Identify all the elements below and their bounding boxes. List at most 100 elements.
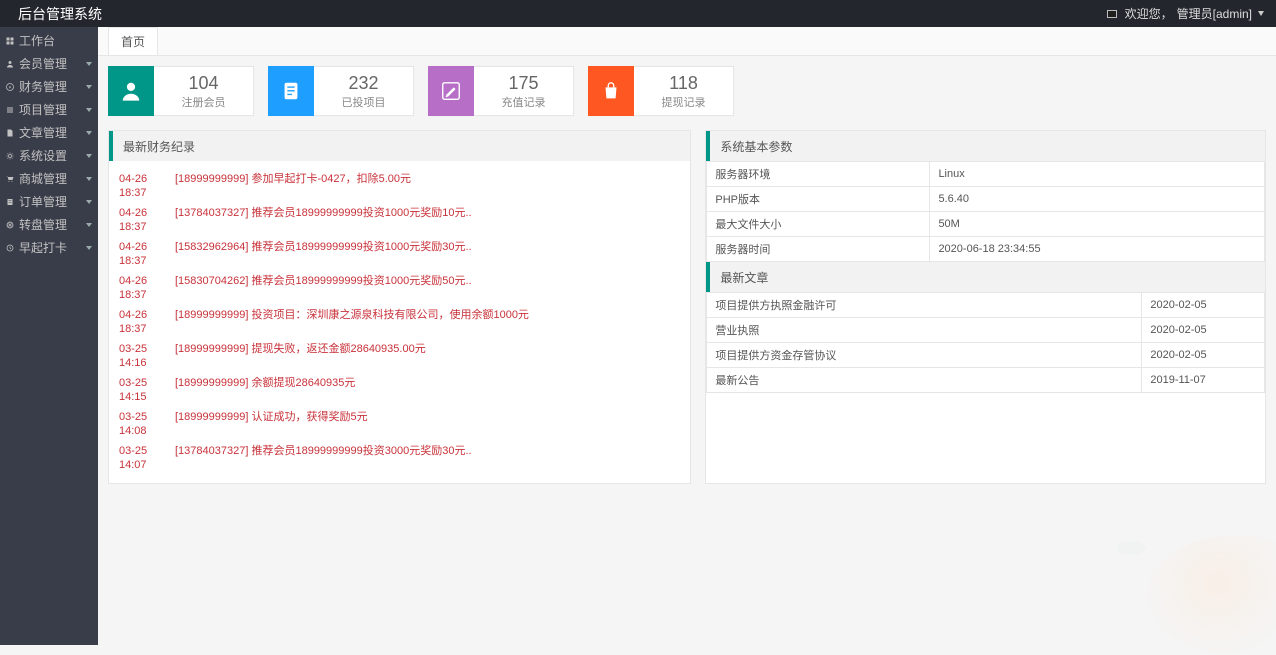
tab-home-label: 首页 [121, 33, 145, 50]
chevron-down-icon [86, 62, 92, 66]
stat-body: 232已投项目 [314, 66, 414, 116]
user-role-label: 管理员[admin] [1177, 5, 1252, 22]
record-time: 03-25 14:08 [119, 410, 175, 438]
sidebar-item-label: 工作台 [19, 32, 92, 49]
record-row[interactable]: 03-25 14:07[13784037327] 推荐会员18999999999… [119, 441, 680, 475]
record-time: 04-26 18:37 [119, 172, 175, 200]
sidebar-item-label: 项目管理 [19, 101, 86, 118]
sidebar-item-4[interactable]: 文章管理 [0, 121, 98, 144]
sidebar-item-3[interactable]: 项目管理 [0, 98, 98, 121]
chevron-down-icon [86, 246, 92, 250]
record-text: [18999999999] 提现失败，返还金额28640935.00元 [175, 342, 680, 370]
dashboard-icon [6, 37, 14, 45]
record-time: 03-25 14:16 [119, 342, 175, 370]
user-icon [108, 66, 154, 116]
record-text: [15832962964] 推荐会员18999999999投资1000元奖励30… [175, 240, 680, 268]
sidebar-item-5[interactable]: 系统设置 [0, 144, 98, 167]
param-value: Linux [930, 162, 1265, 187]
article-title: 项目提供方执照金融许可 [707, 293, 1142, 318]
param-key: 服务器时间 [707, 237, 930, 262]
record-row[interactable]: 04-26 18:37[18999999999] 参加早起打卡-0427，扣除5… [119, 169, 680, 203]
record-row[interactable]: 03-25 14:16[18999999999] 提现失败，返还金额286409… [119, 339, 680, 373]
record-time: 04-26 18:37 [119, 240, 175, 268]
article-row[interactable]: 项目提供方资金存管协议2020-02-05 [707, 343, 1265, 368]
stat-card-2[interactable]: 175充值记录 [428, 66, 574, 116]
param-value: 5.6.40 [930, 187, 1265, 212]
stat-body: 118提现记录 [634, 66, 734, 116]
sidebar-item-label: 财务管理 [19, 78, 86, 95]
param-row: 最大文件大小50M [707, 212, 1265, 237]
panel-records-body: 04-26 18:37[18999999999] 参加早起打卡-0427，扣除5… [109, 161, 690, 483]
sidebar-item-label: 会员管理 [19, 55, 86, 72]
param-row: 服务器环境Linux [707, 162, 1265, 187]
money-icon: ¥ [6, 83, 14, 91]
sidebar-item-label: 早起打卡 [19, 239, 86, 256]
sidebar-item-0[interactable]: 工作台 [0, 29, 98, 52]
article-title: 最新公告 [707, 368, 1142, 393]
stat-label: 充值记录 [502, 94, 546, 110]
stat-label: 已投项目 [342, 94, 386, 110]
sidebar-item-1[interactable]: 会员管理 [0, 52, 98, 75]
stat-value: 232 [348, 73, 378, 94]
article-title: 营业执照 [707, 318, 1142, 343]
cart-icon [6, 175, 14, 183]
chevron-down-icon [86, 223, 92, 227]
record-time: 04-26 18:37 [119, 308, 175, 336]
record-time: 04-26 18:37 [119, 206, 175, 234]
stat-card-0[interactable]: 104注册会员 [108, 66, 254, 116]
record-row[interactable]: 03-25 14:15[18999999999] 余额提现28640935元 [119, 373, 680, 407]
panels-row: 最新财务纪录 04-26 18:37[18999999999] 参加早起打卡-0… [108, 130, 1266, 484]
topbar: 后台管理系统 欢迎您， 管理员[admin] [0, 0, 1276, 27]
app-title: 后台管理系统 [18, 4, 102, 24]
panel-articles-body: 项目提供方执照金融许可2020-02-05营业执照2020-02-05项目提供方… [706, 292, 1265, 393]
article-row[interactable]: 营业执照2020-02-05 [707, 318, 1265, 343]
record-row[interactable]: 04-26 18:37[15832962964] 推荐会员18999999999… [119, 237, 680, 271]
record-row[interactable]: 04-26 18:37[15830704262] 推荐会员18999999999… [119, 271, 680, 305]
order-icon [6, 198, 14, 206]
svg-text:¥: ¥ [9, 84, 12, 89]
wheel-icon [6, 221, 14, 229]
stat-card-1[interactable]: 232已投项目 [268, 66, 414, 116]
param-key: 服务器环境 [707, 162, 930, 187]
gear-icon [6, 152, 14, 160]
stat-card-3[interactable]: 118提现记录 [588, 66, 734, 116]
record-time: 04-26 18:37 [119, 274, 175, 302]
sidebar-item-label: 文章管理 [19, 124, 86, 141]
article-date: 2020-02-05 [1142, 293, 1265, 318]
bag-icon [588, 66, 634, 116]
sidebar-item-label: 转盘管理 [19, 216, 86, 233]
sidebar-item-8[interactable]: 转盘管理 [0, 213, 98, 236]
panel-records: 最新财务纪录 04-26 18:37[18999999999] 参加早起打卡-0… [108, 130, 691, 484]
sidebar-item-7[interactable]: 订单管理 [0, 190, 98, 213]
panel-articles-title: 最新文章 [720, 269, 768, 286]
record-text: [18999999999] 参加早起打卡-0427，扣除5.00元 [175, 172, 680, 200]
tab-bar: 首页 [98, 27, 1276, 56]
chevron-down-icon [86, 108, 92, 112]
sidebar-item-6[interactable]: 商城管理 [0, 167, 98, 190]
chevron-down-icon [86, 200, 92, 204]
sidebar-item-9[interactable]: 早起打卡 [0, 236, 98, 259]
content: 104注册会员 232已投项目 175充值记录 118提现记录 最新财务纪录 04-2… [98, 56, 1276, 494]
record-text: [15830704262] 推荐会员18999999999投资1000元奖励50… [175, 274, 680, 302]
article-title: 项目提供方资金存管协议 [707, 343, 1142, 368]
article-date: 2019-11-07 [1142, 368, 1265, 393]
record-row[interactable]: 04-26 18:37[18999999999] 投资项目：深圳康之源泉科技有限… [119, 305, 680, 339]
topbar-user-area[interactable]: 欢迎您， 管理员[admin] [1107, 5, 1264, 22]
record-time: 03-25 14:15 [119, 376, 175, 404]
chevron-down-icon[interactable] [1258, 11, 1264, 16]
article-row[interactable]: 最新公告2019-11-07 [707, 368, 1265, 393]
fullscreen-icon[interactable] [1107, 10, 1117, 18]
record-row[interactable]: 04-26 18:37[13784037327] 推荐会员18999999999… [119, 203, 680, 237]
tab-home[interactable]: 首页 [108, 27, 158, 55]
panel-articles-header: 最新文章 [706, 262, 1265, 292]
param-key: 最大文件大小 [707, 212, 930, 237]
sidebar-item-label: 商城管理 [19, 170, 86, 187]
param-row: PHP版本5.6.40 [707, 187, 1265, 212]
sidebar-item-2[interactable]: ¥ 财务管理 [0, 75, 98, 98]
article-row[interactable]: 项目提供方执照金融许可2020-02-05 [707, 293, 1265, 318]
chevron-down-icon [86, 131, 92, 135]
param-value: 2020-06-18 23:34:55 [930, 237, 1265, 262]
param-value: 50M [930, 212, 1265, 237]
stat-label: 提现记录 [662, 94, 706, 110]
record-row[interactable]: 03-25 14:08[18999999999] 认证成功，获得奖励5元 [119, 407, 680, 441]
